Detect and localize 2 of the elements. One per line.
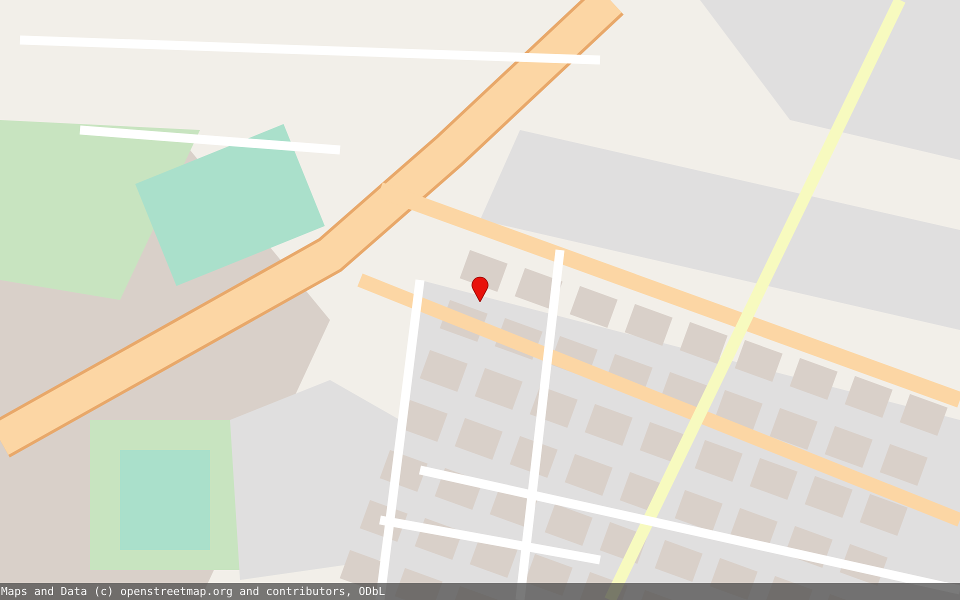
attribution-text: Maps and Data (c) openstreetmap.org and contributors, ODbL: [0, 585, 386, 598]
map-pin-icon[interactable]: [471, 275, 489, 302]
